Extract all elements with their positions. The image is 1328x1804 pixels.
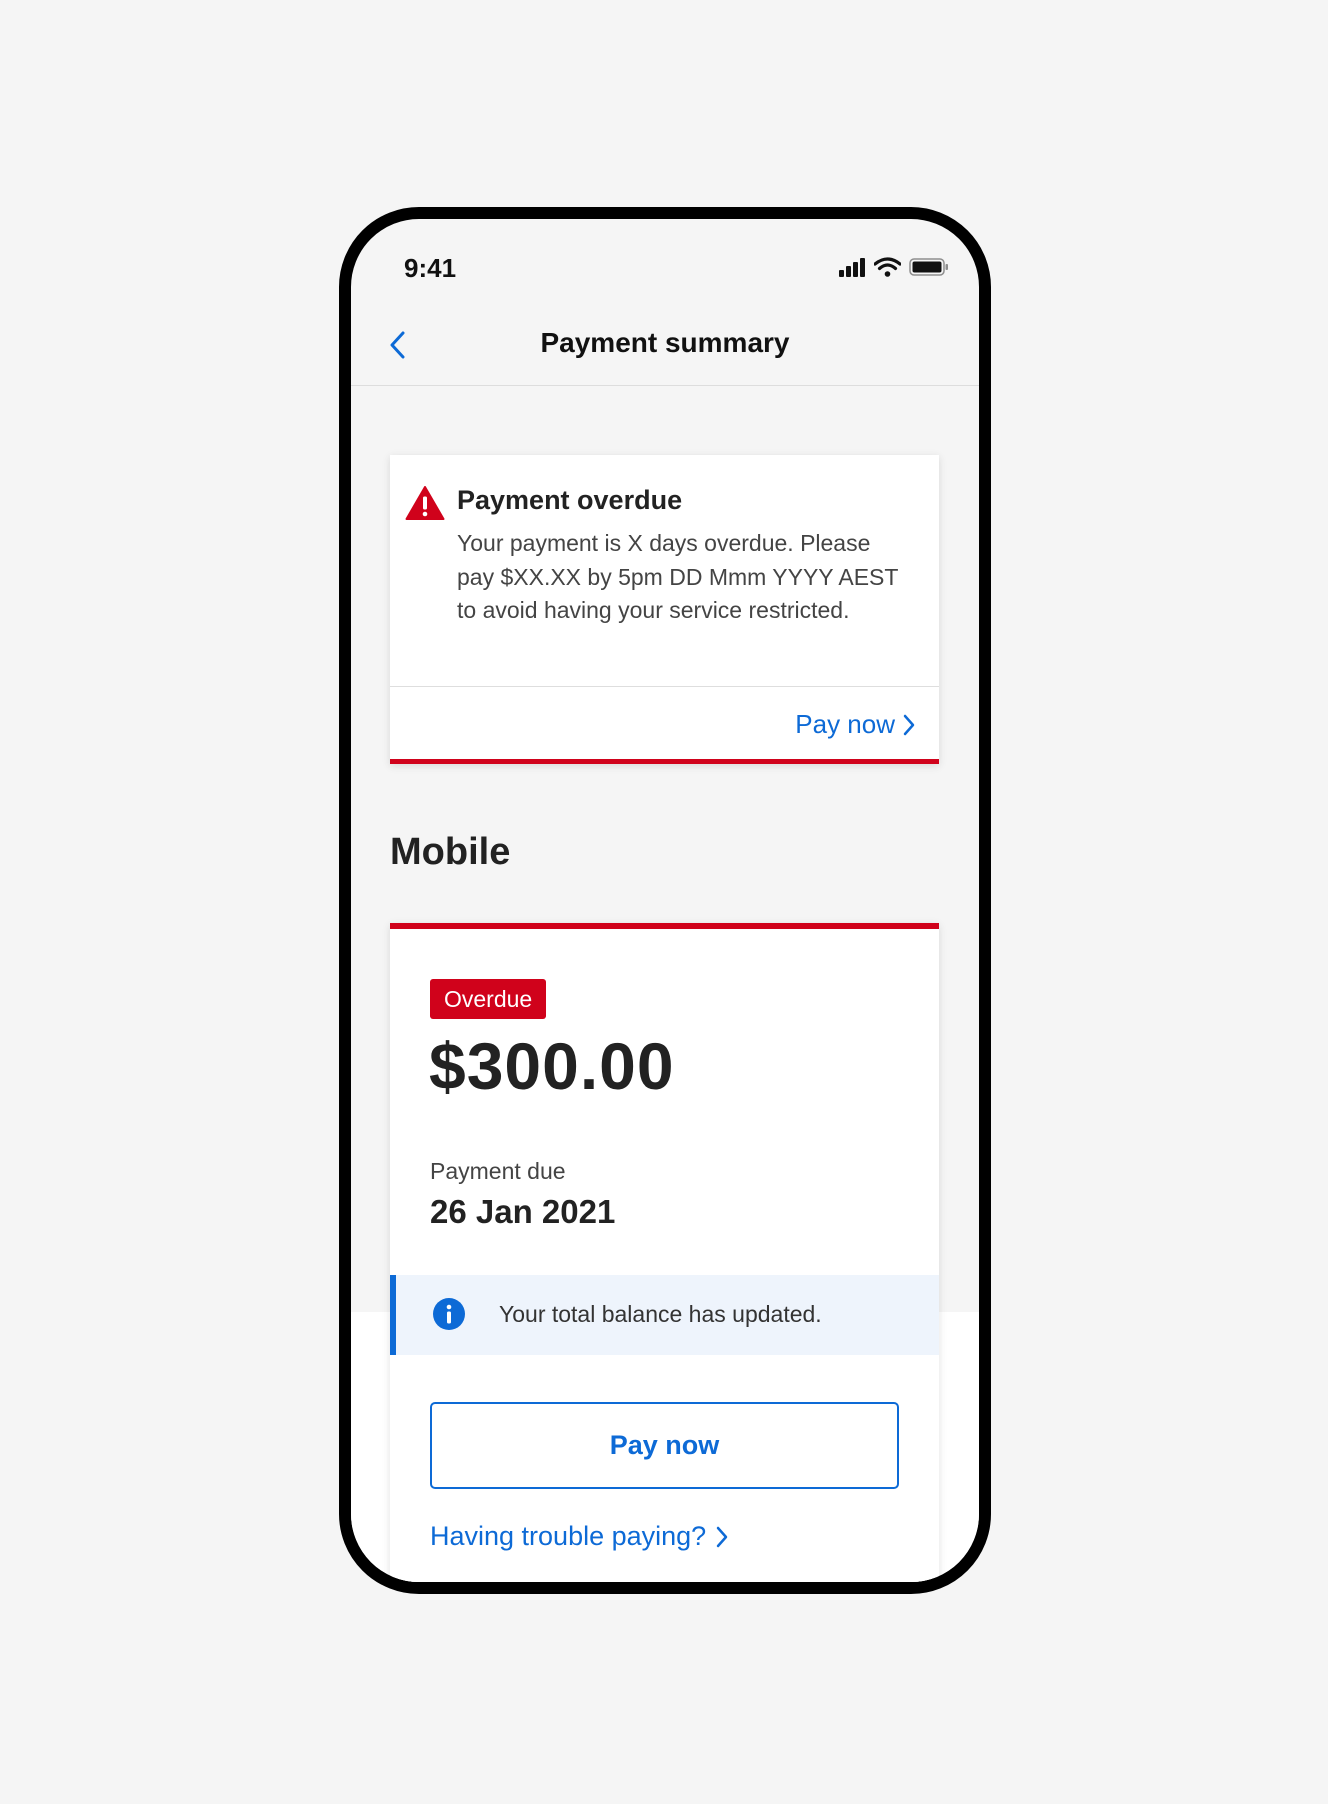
chevron-right-icon [903, 714, 915, 735]
battery-icon [909, 258, 948, 276]
payment-overdue-alert: Payment overdue Your payment is X days o… [390, 455, 939, 764]
amount-due: $300.00 [429, 1029, 675, 1103]
phone-frame: 9:41 Payment summary Payment overdue You… [339, 207, 991, 1594]
status-bar: 9:41 [351, 219, 979, 309]
alert-title: Payment overdue [457, 485, 683, 515]
nav-bar: Payment summary [351, 309, 979, 386]
chevron-right-icon [716, 1526, 728, 1547]
payment-due-label: Payment due [430, 1158, 566, 1184]
page-title: Payment summary [540, 327, 790, 358]
alert-link-label: Pay now [795, 709, 895, 739]
status-time: 9:41 [404, 253, 457, 283]
pay-now-button[interactable]: Pay now [430, 1402, 899, 1489]
alert-pay-now-link[interactable]: Pay now [795, 709, 915, 740]
mobile-bill-card: Overdue $300.00 Payment due 26 Jan 2021 … [390, 923, 939, 1582]
info-icon [433, 1298, 465, 1330]
warning-triangle-icon [405, 486, 445, 520]
info-banner: Your total balance has updated. [390, 1275, 939, 1355]
signal-icon [839, 258, 865, 277]
trouble-paying-link[interactable]: Having trouble paying? [430, 1521, 728, 1552]
section-title: Mobile [390, 831, 511, 873]
alert-divider [390, 686, 939, 687]
info-message: Your total balance has updated. [499, 1301, 822, 1327]
trouble-paying-label: Having trouble paying? [430, 1521, 707, 1551]
alert-body: Your payment is X days overdue. Please p… [457, 530, 899, 623]
payment-due-date: 26 Jan 2021 [430, 1193, 616, 1230]
status-badge: Overdue [430, 979, 547, 1019]
wifi-icon [874, 257, 901, 277]
